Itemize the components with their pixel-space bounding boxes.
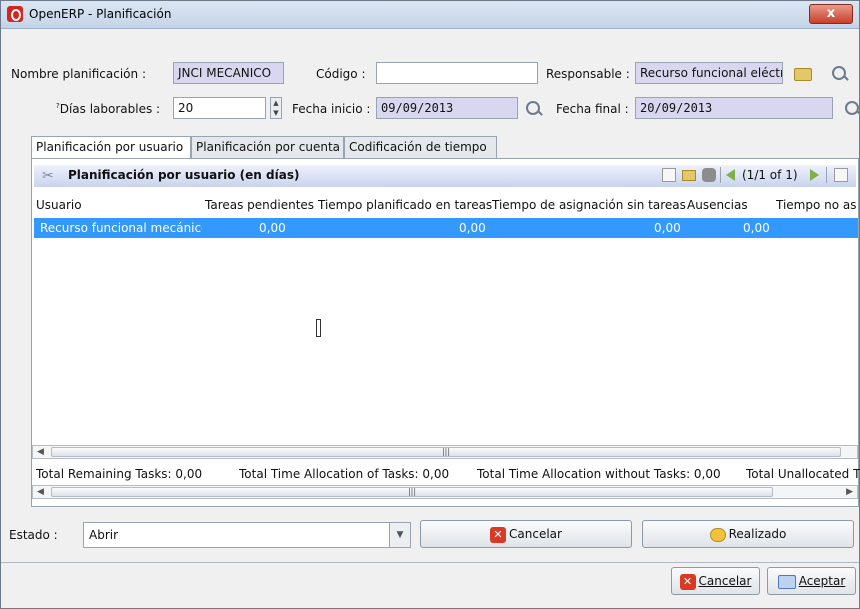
chevron-down-icon[interactable]: ▼ [389,523,410,547]
total-remaining-tasks: Total Remaining Tasks: 0,00 [36,467,203,481]
planning-window: OpenERP - Planificación x Nombre planifi… [0,0,860,609]
window-title: OpenERP - Planificación [29,7,172,21]
form-view-icon[interactable] [834,168,848,182]
name-label: Nombre planificación : [11,67,146,81]
tab-time-coding[interactable]: Codificación de tiempo [344,136,497,158]
state-value: Abrir [89,528,119,542]
grid-panel: ✂ Planificación por usuario (en días) (1… [31,158,860,507]
grid-horizontal-scrollbar[interactable]: ◀ ||| [32,445,858,459]
tools-icon: ✂ [42,168,54,184]
tab-planning-by-user[interactable]: Planificación por usuario [31,136,191,159]
col-tareas-pendientes[interactable]: Tareas pendientes [205,198,314,212]
code-label: Código : [316,67,366,81]
zoom-in-icon[interactable] [525,100,543,118]
end-date-label: Fecha final : [556,102,629,116]
cell-sin-tareas: 0,00 [654,221,681,235]
openerp-logo-icon [7,6,23,22]
scroll-thumb[interactable]: ||| [51,447,841,457]
toolbar-separator-2 [826,167,827,183]
end-date-field[interactable]: 20/09/2013 [635,97,833,119]
tab-planning-by-account[interactable]: Planificación por cuenta [191,136,344,158]
start-date-label: Fecha inicio : [292,102,371,116]
cancel-state-label: Cancelar [509,527,562,541]
accept-label: Aceptar [798,574,846,588]
col-tiempo-no-asignado[interactable]: Tiempo no as [776,198,857,212]
workdays-field[interactable]: 20 [173,97,266,119]
table-row[interactable]: Recurso funcional mecánico 0,00 0,00 0,0… [34,218,858,238]
accept-button[interactable]: Aceptar [767,567,856,595]
toolbar-separator [720,167,721,183]
total-time-allocation-without-tasks: Total Time Allocation without Tasks: 0,0… [477,467,721,481]
totals-horizontal-scrollbar[interactable]: ◀ ||| ▶ [32,485,858,499]
responsible-field[interactable]: Recurso funcional eléctr [635,62,783,84]
new-record-icon[interactable] [662,168,676,182]
workdays-stepper[interactable]: ▲ ▼ [270,97,282,119]
workdays-label: ?Días laborables : [56,102,161,116]
code-field[interactable] [376,62,538,84]
delete-icon[interactable] [702,168,716,182]
cell-usuario: Recurso funcional mecánico [40,221,202,235]
done-icon [709,527,726,542]
cancel-button[interactable]: ✕ Cancelar [671,567,760,595]
done-button[interactable]: Realizado [642,520,854,548]
zoom-in-icon-end[interactable] [844,100,860,118]
done-label: Realizado [728,527,787,541]
cell-planificado: 0,00 [459,221,486,235]
cancel-label: Cancelar [698,574,752,588]
workdays-label-text: Días laborables : [59,102,161,116]
text-cursor-icon [316,319,321,337]
open-folder-icon[interactable] [682,170,696,181]
cell-tareas: 0,00 [259,221,286,235]
previous-icon[interactable] [726,169,735,181]
search-icon[interactable] [831,65,849,83]
cancel-icon-2: ✕ [679,573,696,590]
folder-icon[interactable] [794,65,812,83]
title-bar: OpenERP - Planificación x [1,1,859,29]
col-ausencias[interactable]: Ausencias [687,198,748,212]
col-usuario[interactable]: Usuario [36,198,82,212]
close-button[interactable]: x [809,4,853,24]
col-tiempo-planificado[interactable]: Tiempo planificado en tareas [318,198,492,212]
accept-icon [777,574,796,589]
total-time-allocation-tasks: Total Time Allocation of Tasks: 0,00 [239,467,450,481]
state-select[interactable]: Abrir ▼ [83,522,411,548]
column-headers: Usuario Tareas pendientes Tiempo planifi… [32,197,858,215]
pager-text: (1/1 of 1) [742,168,798,182]
grid-title: Planificación por usuario (en días) [68,168,300,182]
col-tiempo-sin-tareas[interactable]: Tiempo de asignación sin tareas [492,198,686,212]
state-label: Estado : [9,528,58,542]
cell-ausencias: 0,00 [743,221,770,235]
totals-scroll-thumb[interactable]: ||| [51,487,773,497]
next-icon[interactable] [810,169,819,181]
start-date-field[interactable]: 09/09/2013 [376,97,518,119]
grid-header: ✂ Planificación por usuario (en días) (1… [34,165,856,187]
cancel-state-button[interactable]: ✕ Cancelar [420,520,632,548]
name-field[interactable]: JNCI MECANICO [173,62,284,84]
total-unallocated: Total Unallocated T [746,467,860,481]
footer-divider [1,562,859,563]
cancel-icon: ✕ [490,526,507,543]
responsible-label: Responsable : [546,67,630,81]
